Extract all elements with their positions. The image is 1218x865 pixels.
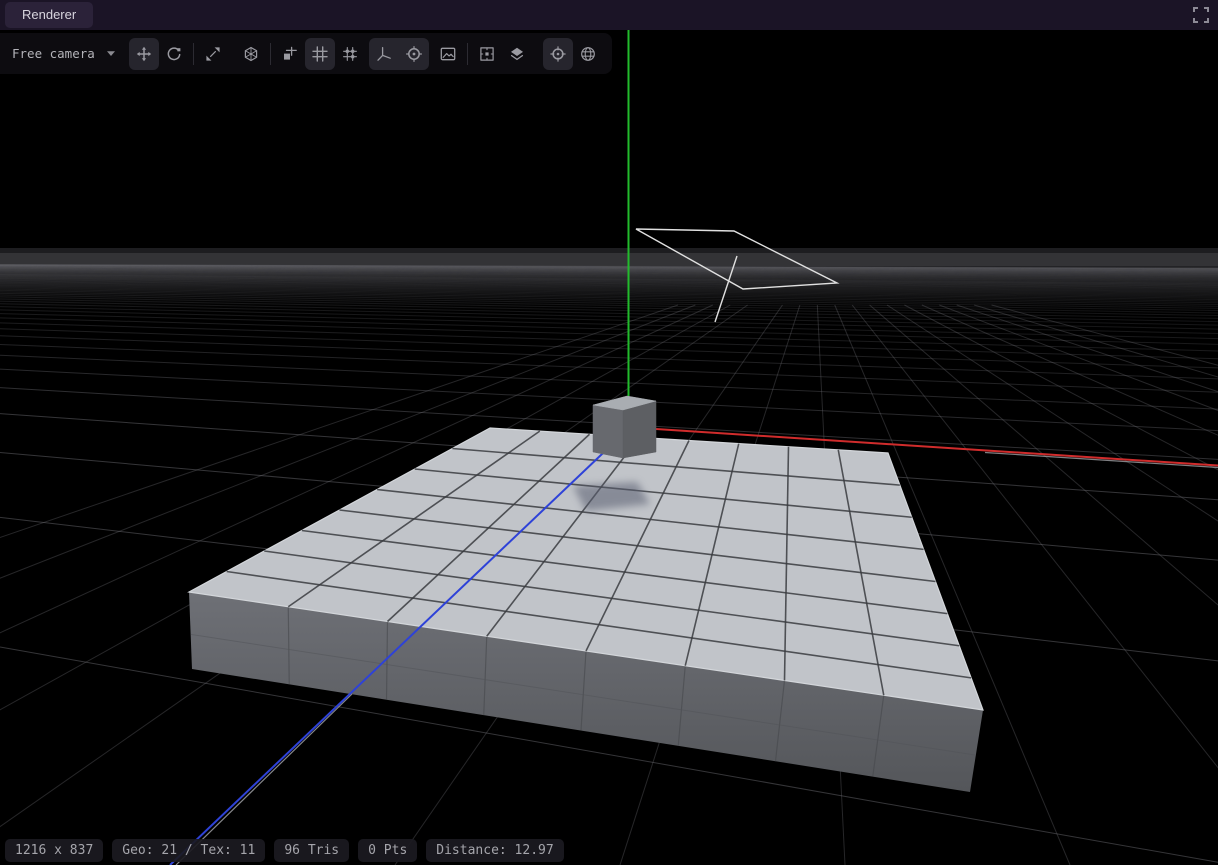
camera-mode-label: Free camera: [12, 46, 95, 61]
status-bar: 1216 x 837 Geo: 21 / Tex: 11 96 Tris 0 Pts D…: [5, 839, 564, 862]
frame-center-icon: [478, 45, 496, 63]
snap-corner-icon: [281, 45, 299, 63]
fullscreen-expand-icon[interactable]: [1192, 6, 1210, 24]
frame-selected-button[interactable]: [472, 38, 502, 70]
gizmo-circle-icon: [405, 45, 423, 63]
status-chip-camera-distance: Distance: 12.97: [426, 839, 563, 862]
toolbar-separator: [193, 43, 194, 65]
viewport-toolbar: Free camera: [0, 33, 612, 74]
image-icon: [439, 45, 457, 63]
toolbar-separator: [467, 43, 468, 65]
viewport-3d[interactable]: [0, 30, 1218, 865]
world-globe-button[interactable]: [573, 38, 603, 70]
status-chip-point-count: 0 Pts: [358, 839, 417, 862]
layers-button[interactable]: [502, 38, 532, 70]
globe-icon: [579, 45, 597, 63]
move-icon: [135, 45, 153, 63]
grid-snap-button[interactable]: [335, 38, 365, 70]
scale-tool-button[interactable]: [198, 38, 228, 70]
render-preview-button[interactable]: [433, 38, 463, 70]
move-tool-button[interactable]: [129, 38, 159, 70]
snap-corner-button[interactable]: [275, 38, 305, 70]
status-chip-triangle-count: 96 Tris: [274, 839, 349, 862]
rotate-icon: [165, 45, 183, 63]
wirecube-icon: [242, 45, 260, 63]
tab-bar: Renderer: [0, 0, 1218, 30]
toolbar-separator: [270, 43, 271, 65]
tab-renderer[interactable]: Renderer: [5, 2, 93, 28]
orbit-gizmo-button[interactable]: [399, 38, 429, 70]
axes-icon: [375, 45, 393, 63]
rotate-tool-button[interactable]: [159, 38, 189, 70]
scale-icon: [204, 45, 222, 63]
focus-target-button[interactable]: [543, 38, 573, 70]
tool-button-strip: [129, 38, 603, 70]
grid-icon: [311, 45, 329, 63]
layers-icon: [508, 45, 526, 63]
wireframe-cube-button[interactable]: [236, 38, 266, 70]
status-chip-geo-tex-count: Geo: 21 / Tex: 11: [112, 839, 265, 862]
grid-toggle-button[interactable]: [305, 38, 335, 70]
cube[interactable]: [593, 396, 656, 458]
status-chip-viewport-resolution: 1216 x 837: [5, 839, 103, 862]
camera-mode-dropdown[interactable]: Free camera: [12, 46, 116, 61]
grid-snap-icon: [341, 45, 359, 63]
renderer-window: Renderer Free camera 1216 x 837 Geo: 21 /…: [0, 0, 1218, 865]
chevron-down-icon: [106, 50, 116, 57]
target-icon: [549, 45, 567, 63]
axes-gizmo-button[interactable]: [369, 38, 399, 70]
